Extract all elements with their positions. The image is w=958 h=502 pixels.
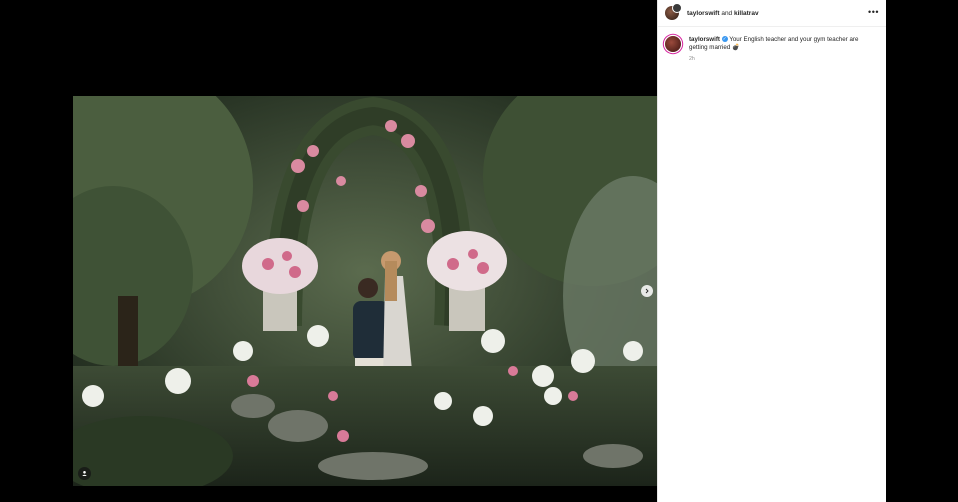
authors-connector: and [721, 9, 733, 17]
caption-emoji: 💣 [732, 44, 740, 52]
more-horizontal-icon: ••• [868, 7, 879, 17]
verified-badge-icon: ✓ [721, 36, 728, 43]
post-header: taylorswift and killatrav ••• [658, 0, 887, 27]
collab-avatar[interactable] [665, 3, 682, 20]
collab-username-link[interactable]: killatrav [734, 10, 759, 17]
user-tag-icon [82, 471, 87, 476]
chevron-right-icon [645, 288, 649, 294]
post-photo[interactable] [73, 96, 657, 486]
more-options-button[interactable]: ••• [868, 7, 879, 17]
post-details-panel: taylorswift and killatrav ••• taylorswif… [657, 0, 887, 502]
media-stage [0, 0, 657, 502]
primary-username-link[interactable]: taylorswift [687, 10, 720, 17]
tagged-users-button[interactable] [78, 467, 91, 480]
right-backdrop [886, 0, 958, 502]
post-authors: taylorswift and killatrav [687, 10, 759, 17]
next-photo-button[interactable] [641, 285, 653, 297]
caption-username-link[interactable]: taylorswift [689, 36, 720, 43]
caption-avatar[interactable] [665, 36, 681, 52]
garden-photo-illustration [73, 96, 657, 486]
collab-avatar-secondary [672, 3, 682, 13]
post-caption: taylorswift ✓ Your English teacher and y… [665, 36, 877, 63]
post-timestamp[interactable]: 2h [689, 55, 877, 63]
caption-body: taylorswift ✓ Your English teacher and y… [689, 36, 877, 63]
